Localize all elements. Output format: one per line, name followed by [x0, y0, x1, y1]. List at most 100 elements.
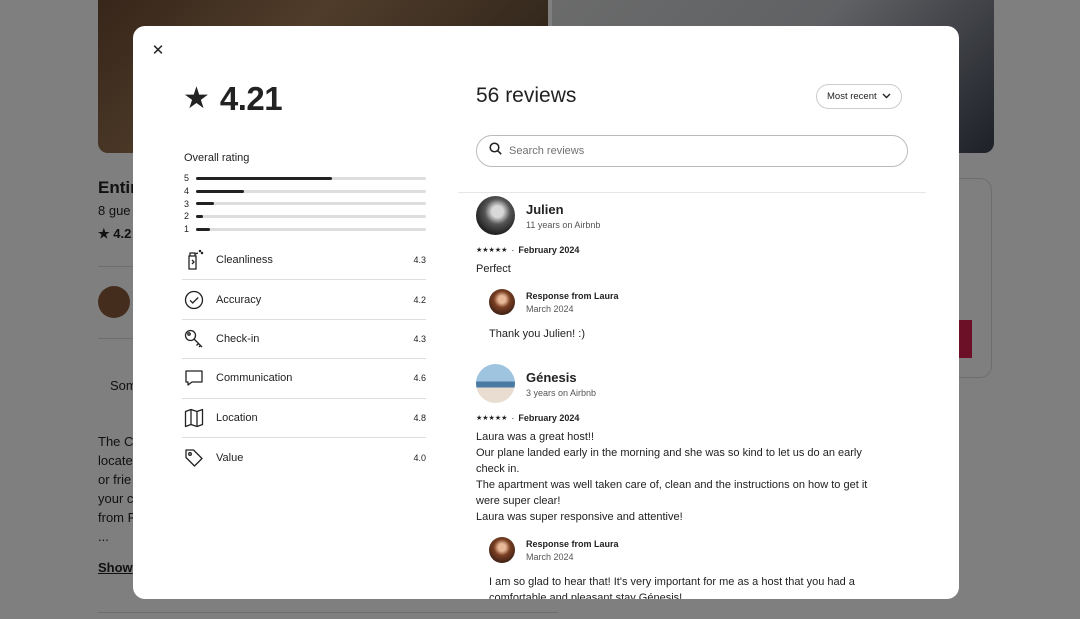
rating-bar-label: 1: [184, 224, 190, 235]
category-label: Location: [216, 411, 258, 424]
host-response: Response from Laura March 2024 I am so g…: [489, 537, 916, 599]
reviewer-avatar[interactable]: [476, 364, 515, 403]
reviewer-header: Génesis 3 years on Airbnb: [476, 364, 916, 403]
chevron-down-icon: [882, 91, 891, 102]
host-response-header: Response from Laura March 2024: [489, 537, 916, 563]
category-label: Cleanliness: [216, 254, 273, 267]
rating-bar-track: [196, 189, 426, 193]
rating-bar-label: 2: [184, 211, 190, 222]
response-text-line: comfortable and pleasant stay Génesis!: [489, 592, 683, 599]
response-text-line: Thank you Julien! :): [489, 328, 585, 340]
review-text-line: were super clear!: [476, 495, 561, 507]
response-from: Response from Laura: [526, 538, 619, 549]
rating-bar-fill: [196, 227, 210, 231]
category-label: Check-in: [216, 332, 260, 345]
host-response: Response from Laura March 2024 Thank you…: [489, 289, 916, 342]
rating-distribution: 5 43 2 1: [184, 172, 426, 235]
category-location: Location 4.8: [182, 399, 426, 438]
map-icon: [182, 406, 206, 430]
response-from: Response from Laura: [526, 290, 619, 301]
category-cleanliness: Cleanliness 4.3: [182, 241, 426, 281]
close-button[interactable]: ✕: [147, 40, 169, 62]
category-label: Communication: [216, 372, 293, 385]
response-text-line: I am so glad to hear that! It's very imp…: [489, 576, 855, 588]
response-date: March 2024: [526, 303, 574, 314]
host-avatar[interactable]: [489, 537, 515, 563]
rating-bar-row: 5: [184, 172, 426, 185]
category-score: 4.3: [413, 333, 426, 344]
review-text-line: check in.: [476, 463, 520, 475]
spray-bottle-icon: [182, 248, 206, 272]
review-rating-line: ★★★★★ · February 2024: [476, 413, 916, 423]
reviewer-tenure: 11 years on Airbnb: [526, 219, 601, 230]
key-icon: [182, 327, 206, 351]
reviewer-name: Julien: [526, 201, 564, 217]
category-label: Accuracy: [216, 293, 262, 306]
tag-icon: [182, 446, 206, 470]
response-date: March 2024: [526, 551, 574, 562]
sort-label: Most recent: [827, 91, 877, 102]
category-communication: Communication 4.6: [182, 359, 426, 399]
response-text: Thank you Julien! :): [489, 326, 916, 342]
rating-bar-label: 5: [184, 173, 190, 184]
speech-bubble-icon: [182, 366, 206, 390]
rating-bar-row: 4: [184, 185, 426, 198]
host-response-header: Response from Laura March 2024: [489, 289, 916, 315]
review-stars: ★★★★★: [476, 415, 508, 422]
rating-bar-track: [196, 176, 426, 180]
rating-bar-fill: [196, 189, 245, 193]
separator-dot: ·: [511, 413, 515, 423]
category-check-in: Check-in 4.3: [182, 320, 426, 360]
rating-bar-fill: [196, 214, 203, 218]
review-text-line: Perfect: [476, 263, 511, 275]
category-label: Value: [216, 451, 244, 464]
star-icon: ★: [183, 82, 210, 115]
review-text-line: The apartment was well taken care of, cl…: [476, 479, 868, 491]
rating-bar-fill: [196, 176, 332, 180]
rating-bar-row: 2: [184, 210, 426, 223]
rating-bar-label: 3: [184, 198, 190, 209]
review-text-line: Laura was a great host!!: [476, 431, 595, 443]
category-score: 4.2: [413, 294, 426, 305]
review-date: February 2024: [518, 413, 580, 423]
review-stars: ★★★★★: [476, 247, 508, 254]
reviewer-tenure: 3 years on Airbnb: [526, 387, 597, 398]
separator-dot: ·: [511, 245, 515, 255]
category-score: 4.6: [413, 373, 426, 384]
search-reviews-input[interactable]: [509, 145, 889, 157]
close-icon: ✕: [151, 42, 165, 59]
review-date: February 2024: [518, 245, 580, 255]
overall-rating-summary: ★ 4.21: [183, 80, 283, 118]
search-icon: [489, 142, 502, 160]
reviewer-name: Génesis: [526, 369, 577, 385]
reviewer-header: Julien 11 years on Airbnb: [476, 196, 916, 235]
review-item: Génesis 3 years on Airbnb ★★★★★ · Februa…: [476, 364, 916, 599]
rating-bar-fill: [196, 202, 215, 206]
rating-bar-row: 1: [184, 223, 426, 236]
reviews-modal: ✕ ★ 4.21 Overall rating 5 43 2 1 Cleanlines…: [133, 26, 959, 599]
search-reviews-box[interactable]: [476, 135, 908, 167]
review-text: Perfect: [476, 261, 916, 277]
review-rating-line: ★★★★★ · February 2024: [476, 245, 916, 255]
overall-rating-label: Overall rating: [184, 152, 250, 164]
category-score: 4.8: [413, 412, 426, 423]
review-text: Laura was a great host!! Our plane lande…: [476, 429, 916, 525]
rating-bar-track: [196, 202, 426, 206]
category-ratings: Cleanliness 4.3 Accuracy 4.2 Check-in 4.…: [182, 241, 426, 477]
review-item: Julien 11 years on Airbnb ★★★★★ · Februa…: [476, 196, 916, 342]
category-score: 4.0: [413, 452, 426, 463]
category-value: Value 4.0: [182, 438, 426, 477]
sort-dropdown[interactable]: Most recent: [816, 84, 902, 109]
category-score: 4.3: [413, 255, 426, 266]
review-text-line: Laura was super responsive and attentive…: [476, 511, 683, 523]
response-text: I am so glad to hear that! It's very imp…: [489, 574, 916, 599]
overall-rating-value: 4.21: [219, 80, 283, 117]
rating-bar-track: [196, 214, 426, 218]
host-avatar[interactable]: [489, 289, 515, 315]
reviews-count-title: 56 reviews: [476, 84, 577, 107]
check-circle-icon: [182, 288, 206, 312]
reviewer-avatar[interactable]: [476, 196, 515, 235]
category-accuracy: Accuracy 4.2: [182, 280, 426, 320]
rating-bar-row: 3: [184, 197, 426, 210]
divider: [458, 192, 926, 193]
